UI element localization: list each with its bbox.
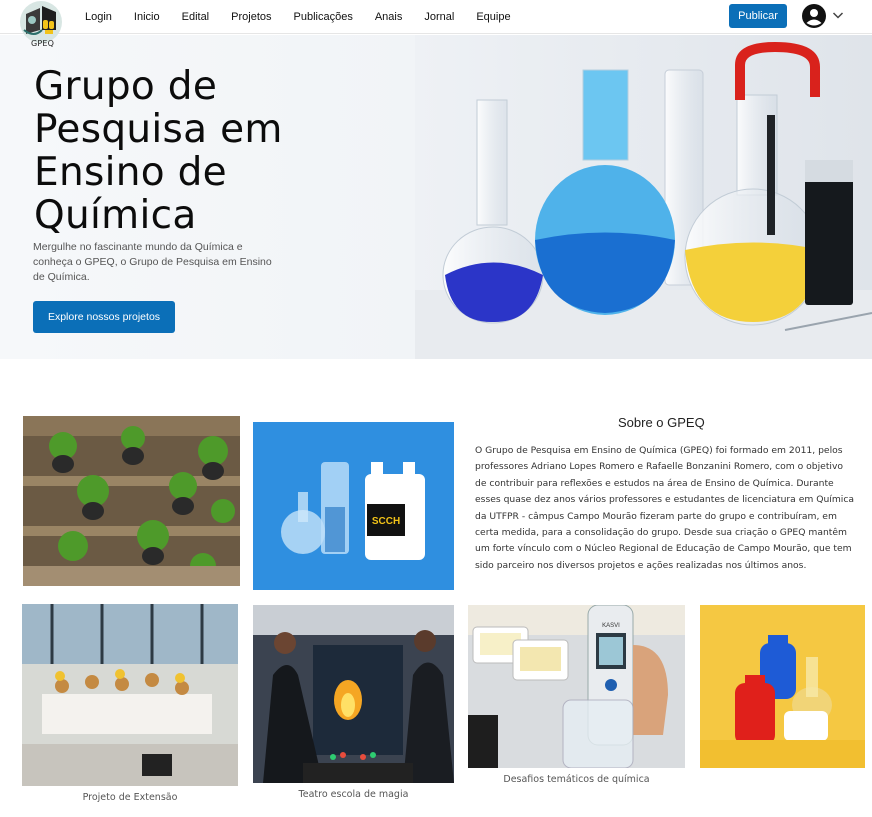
vertical-garden-photo [23,416,240,586]
nav-links: Login Inicio Edital Projetos Publicações… [85,0,533,34]
caption-magic-theater: Teatro escola de magia [298,789,409,800]
user-avatar-icon[interactable] [802,4,826,28]
magic-school-theater-photo [253,605,454,783]
nav-projetos[interactable]: Projetos [231,11,271,23]
bottle-flasks-blue-photo: SCCH [253,422,454,590]
hero-flasks-image [415,35,872,359]
nav-publicacoes[interactable]: Publicações [294,11,353,23]
nav-edital[interactable]: Edital [182,11,210,23]
colorful-bottles-photo [700,605,865,768]
nav-jornal[interactable]: Jornal [424,11,454,23]
top-navbar: GPEQ Login Inicio Edital Projetos Public… [0,0,872,48]
bottle-label: SCCH [372,516,400,527]
meter-label: KASVI [602,623,620,629]
chevron-down-icon[interactable] [832,10,844,20]
caption-extension-project: Projeto de Extensão [82,792,178,803]
extension-project-photo [22,604,238,786]
explore-projects-button[interactable]: Explore nossos projetos [33,301,175,333]
nav-anais[interactable]: Anais [375,11,403,23]
nav-inicio[interactable]: Inicio [134,11,160,23]
hero-description: Mergulhe no fascinante mundo da Química … [33,241,272,283]
thematic-challenges-photo: KASVI [468,605,685,768]
logo-text: GPEQ [31,39,55,48]
publish-button[interactable]: Publicar [729,4,787,28]
hero-title: Grupo de Pesquisa em Ensino de Química [34,64,283,238]
about-text: O Grupo de Pesquisa em Ensino de Química… [475,445,855,571]
hero-section: Grupo de Pesquisa em Ensino de Química M… [0,35,872,359]
about-title: Sobre o GPEQ [618,415,705,430]
caption-thematic-challenges: Desafios temáticos de química [503,774,650,785]
nav-login[interactable]: Login [85,11,112,23]
nav-equipe[interactable]: Equipe [476,11,510,23]
